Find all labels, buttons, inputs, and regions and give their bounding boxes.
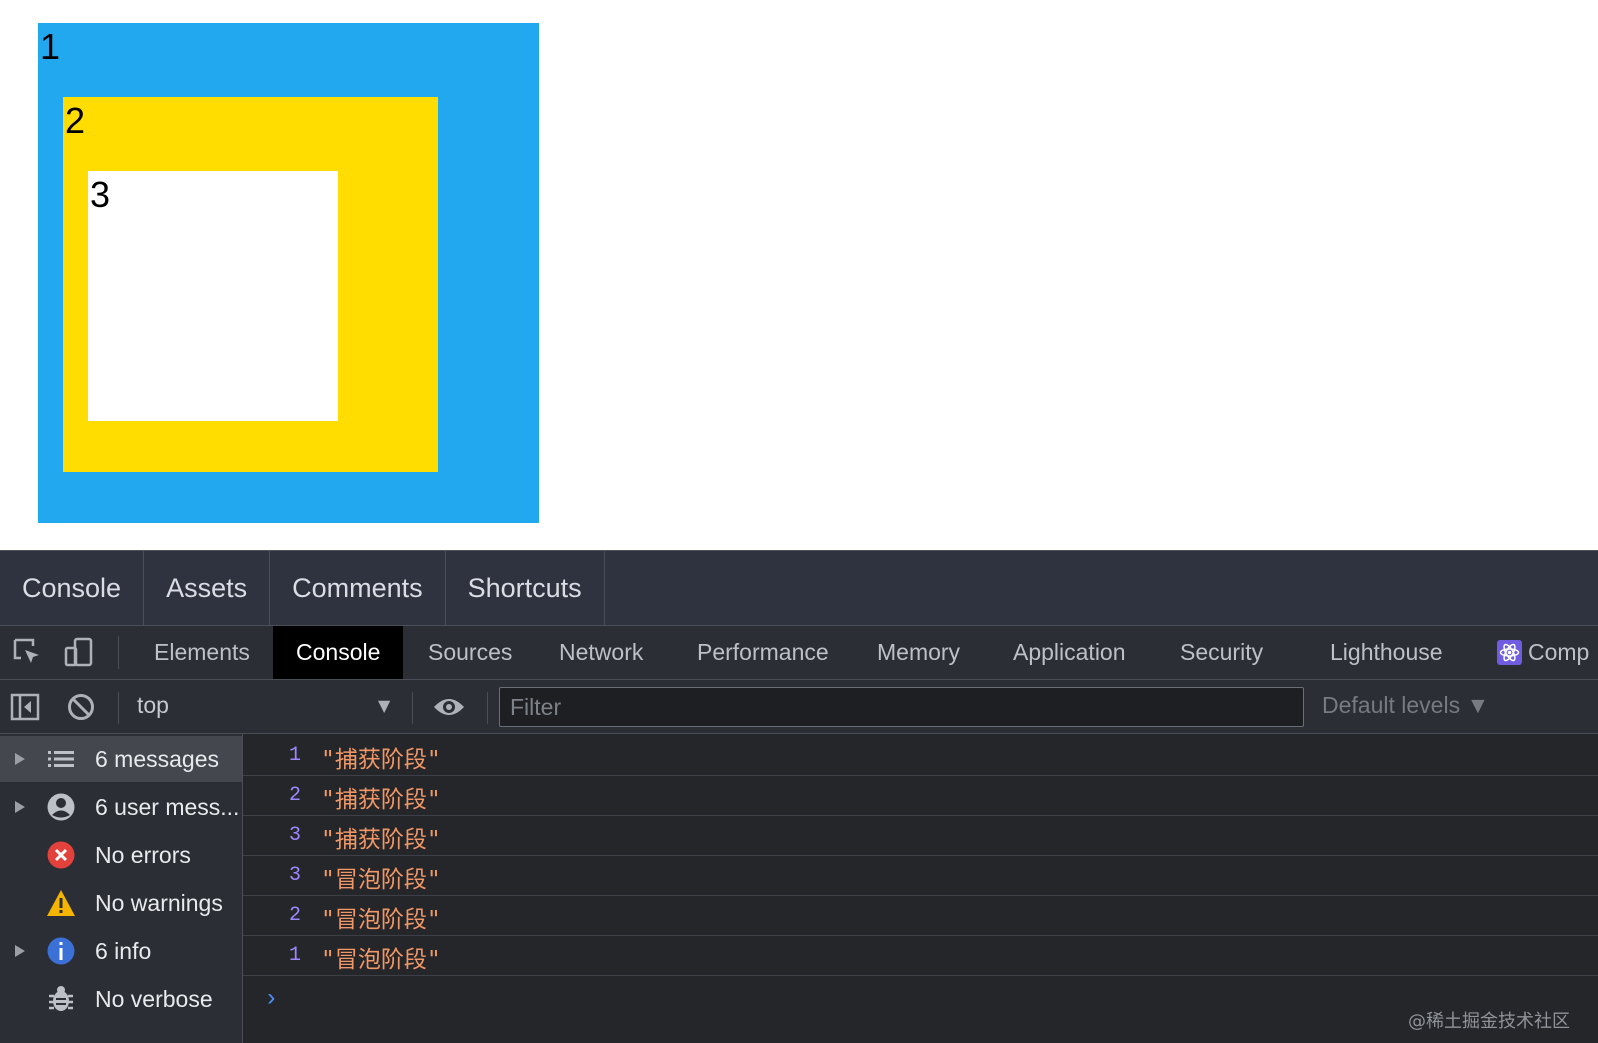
context-select[interactable]: top: [137, 692, 169, 719]
sidebar-item-errors[interactable]: No errors: [0, 832, 242, 878]
list-icon: [48, 751, 74, 767]
sidebar-item-label: No errors: [95, 841, 191, 868]
warning-icon: [47, 890, 75, 916]
expand-arrow-icon[interactable]: [15, 801, 25, 813]
tab-sources[interactable]: Sources: [405, 626, 535, 679]
log-number: 2: [289, 904, 302, 927]
error-icon: [47, 841, 75, 869]
sidebar-item-label: No verbose: [95, 985, 213, 1012]
log-row[interactable]: 3 "冒泡阶段": [243, 856, 1598, 896]
box-3[interactable]: 3: [88, 171, 338, 421]
tab-memory[interactable]: Memory: [854, 626, 983, 679]
eye-icon[interactable]: [432, 693, 466, 721]
tab-security[interactable]: Security: [1157, 626, 1286, 679]
log-value: "捕获阶段": [321, 787, 441, 813]
bug-icon: [49, 986, 73, 1011]
divider: [118, 636, 119, 669]
box-1[interactable]: 1 2 3: [38, 23, 539, 523]
react-components-icon: [1497, 640, 1522, 665]
log-row[interactable]: 2 "捕获阶段": [243, 776, 1598, 816]
tab-application[interactable]: Application: [990, 626, 1149, 679]
sidebar-item-label: 6 info: [95, 937, 152, 964]
sidebar-item-label: No warnings: [95, 889, 223, 916]
tab-lighthouse[interactable]: Lighthouse: [1307, 626, 1466, 679]
log-number: 3: [289, 824, 302, 847]
sidebar-item-messages[interactable]: 6 messages: [0, 736, 242, 782]
log-value: "冒泡阶段": [321, 947, 441, 973]
box-1-label: 1: [40, 26, 61, 67]
expand-arrow-icon[interactable]: [15, 945, 25, 957]
info-icon: [47, 937, 75, 965]
chevron-down-icon[interactable]: ▼: [378, 696, 390, 715]
log-number: 2: [289, 784, 302, 807]
sidebar-item-label: 6 messages: [95, 745, 220, 772]
sidebar-toggle-icon[interactable]: [10, 692, 40, 722]
divider: [412, 692, 413, 724]
log-row[interactable]: 1 "冒泡阶段": [243, 936, 1598, 976]
log-value: "捕获阶段": [321, 827, 441, 853]
log-number: 1: [289, 944, 302, 967]
divider: [118, 692, 119, 724]
inspect-element-icon[interactable]: [11, 636, 43, 668]
user-icon: [47, 793, 75, 821]
tab-components[interactable]: Comp: [1524, 626, 1593, 679]
divider: [487, 692, 488, 724]
drawer-tab-console[interactable]: Console: [0, 551, 145, 625]
log-number: 1: [289, 744, 302, 767]
drawer-tab-shortcuts[interactable]: Shortcuts: [446, 551, 605, 625]
watermark: @稀土掘金技术社区: [1408, 1011, 1570, 1032]
sidebar-item-user-messages[interactable]: 6 user mess...: [0, 784, 242, 830]
sidebar-item-info[interactable]: 6 info: [0, 928, 242, 974]
tab-network[interactable]: Network: [536, 626, 666, 679]
console-sidebar: 6 messages 6 user mess... No errors No w…: [0, 734, 243, 1043]
tab-elements[interactable]: Elements: [132, 626, 272, 679]
console-log: 1 "捕获阶段" 2 "捕获阶段" 3 "捕获阶段" 3 "冒泡阶段" 2 "冒…: [243, 734, 1598, 1043]
devtools-tab-bar: Elements Console Sources Network Perform…: [0, 626, 1598, 680]
log-levels-dropdown[interactable]: Default levels ▼: [1322, 692, 1489, 719]
sidebar-item-warnings[interactable]: No warnings: [0, 880, 242, 926]
tab-console[interactable]: Console: [273, 626, 404, 679]
expand-arrow-icon[interactable]: [15, 753, 25, 765]
tab-performance[interactable]: Performance: [674, 626, 852, 679]
box-3-label: 3: [90, 174, 111, 215]
sidebar-item-label: 6 user mess...: [95, 793, 240, 820]
log-row[interactable]: 3 "捕获阶段": [243, 816, 1598, 856]
box-2[interactable]: 2 3: [63, 97, 438, 472]
sidebar-item-verbose[interactable]: No verbose: [0, 976, 242, 1022]
drawer-tab-bar: Console Assets Comments Shortcuts: [0, 550, 1598, 626]
log-value: "冒泡阶段": [321, 907, 441, 933]
clear-console-icon[interactable]: [66, 692, 96, 722]
log-value: "冒泡阶段": [321, 867, 441, 893]
log-value: "捕获阶段": [321, 747, 441, 773]
drawer-tab-comments[interactable]: Comments: [270, 551, 446, 625]
devtools-panel: Console Assets Comments Shortcuts Elemen…: [0, 550, 1598, 1043]
filter-input[interactable]: [499, 687, 1304, 727]
log-row[interactable]: 2 "冒泡阶段": [243, 896, 1598, 936]
log-row[interactable]: 1 "捕获阶段": [243, 736, 1598, 776]
console-prompt[interactable]: ›: [264, 986, 278, 1013]
console-toolbar: top ▼ Default levels ▼: [0, 680, 1598, 734]
drawer-tab-assets[interactable]: Assets: [144, 551, 271, 625]
device-toolbar-icon[interactable]: [63, 636, 95, 668]
log-number: 3: [289, 864, 302, 887]
box-2-label: 2: [65, 100, 86, 141]
